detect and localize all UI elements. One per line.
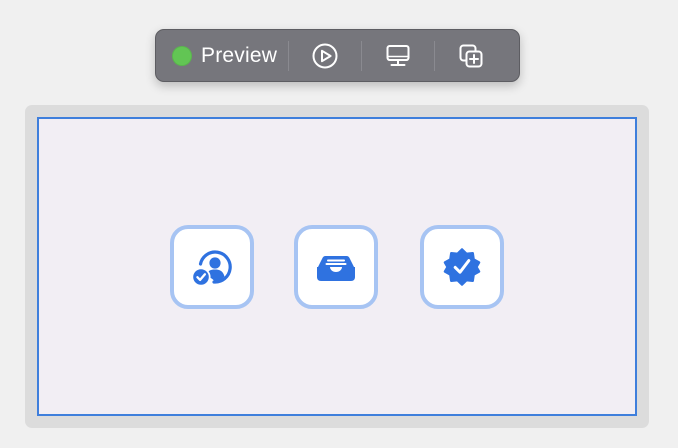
- icon-tile-tray[interactable]: [294, 225, 378, 309]
- preview-canvas: [37, 117, 637, 416]
- preview-status[interactable]: Preview: [156, 30, 288, 81]
- icon-tile-verified[interactable]: [420, 225, 504, 309]
- person-checkmark-icon: [190, 245, 234, 289]
- live-preview-button[interactable]: [289, 30, 361, 81]
- preview-label: Preview: [201, 43, 278, 67]
- live-status-indicator: [172, 45, 192, 66]
- icon-tile-person-check[interactable]: [170, 225, 254, 309]
- preview-toolbar: Preview: [155, 29, 520, 82]
- checkmark-seal-icon: [440, 245, 484, 289]
- tray-icon: [314, 245, 358, 289]
- duplicate-icon: [457, 42, 485, 70]
- play-circle-icon: [311, 42, 339, 70]
- preview-canvas-frame: [25, 105, 649, 428]
- display-icon: [384, 42, 412, 70]
- device-settings-button[interactable]: [362, 30, 434, 81]
- duplicate-preview-button[interactable]: [435, 30, 507, 81]
